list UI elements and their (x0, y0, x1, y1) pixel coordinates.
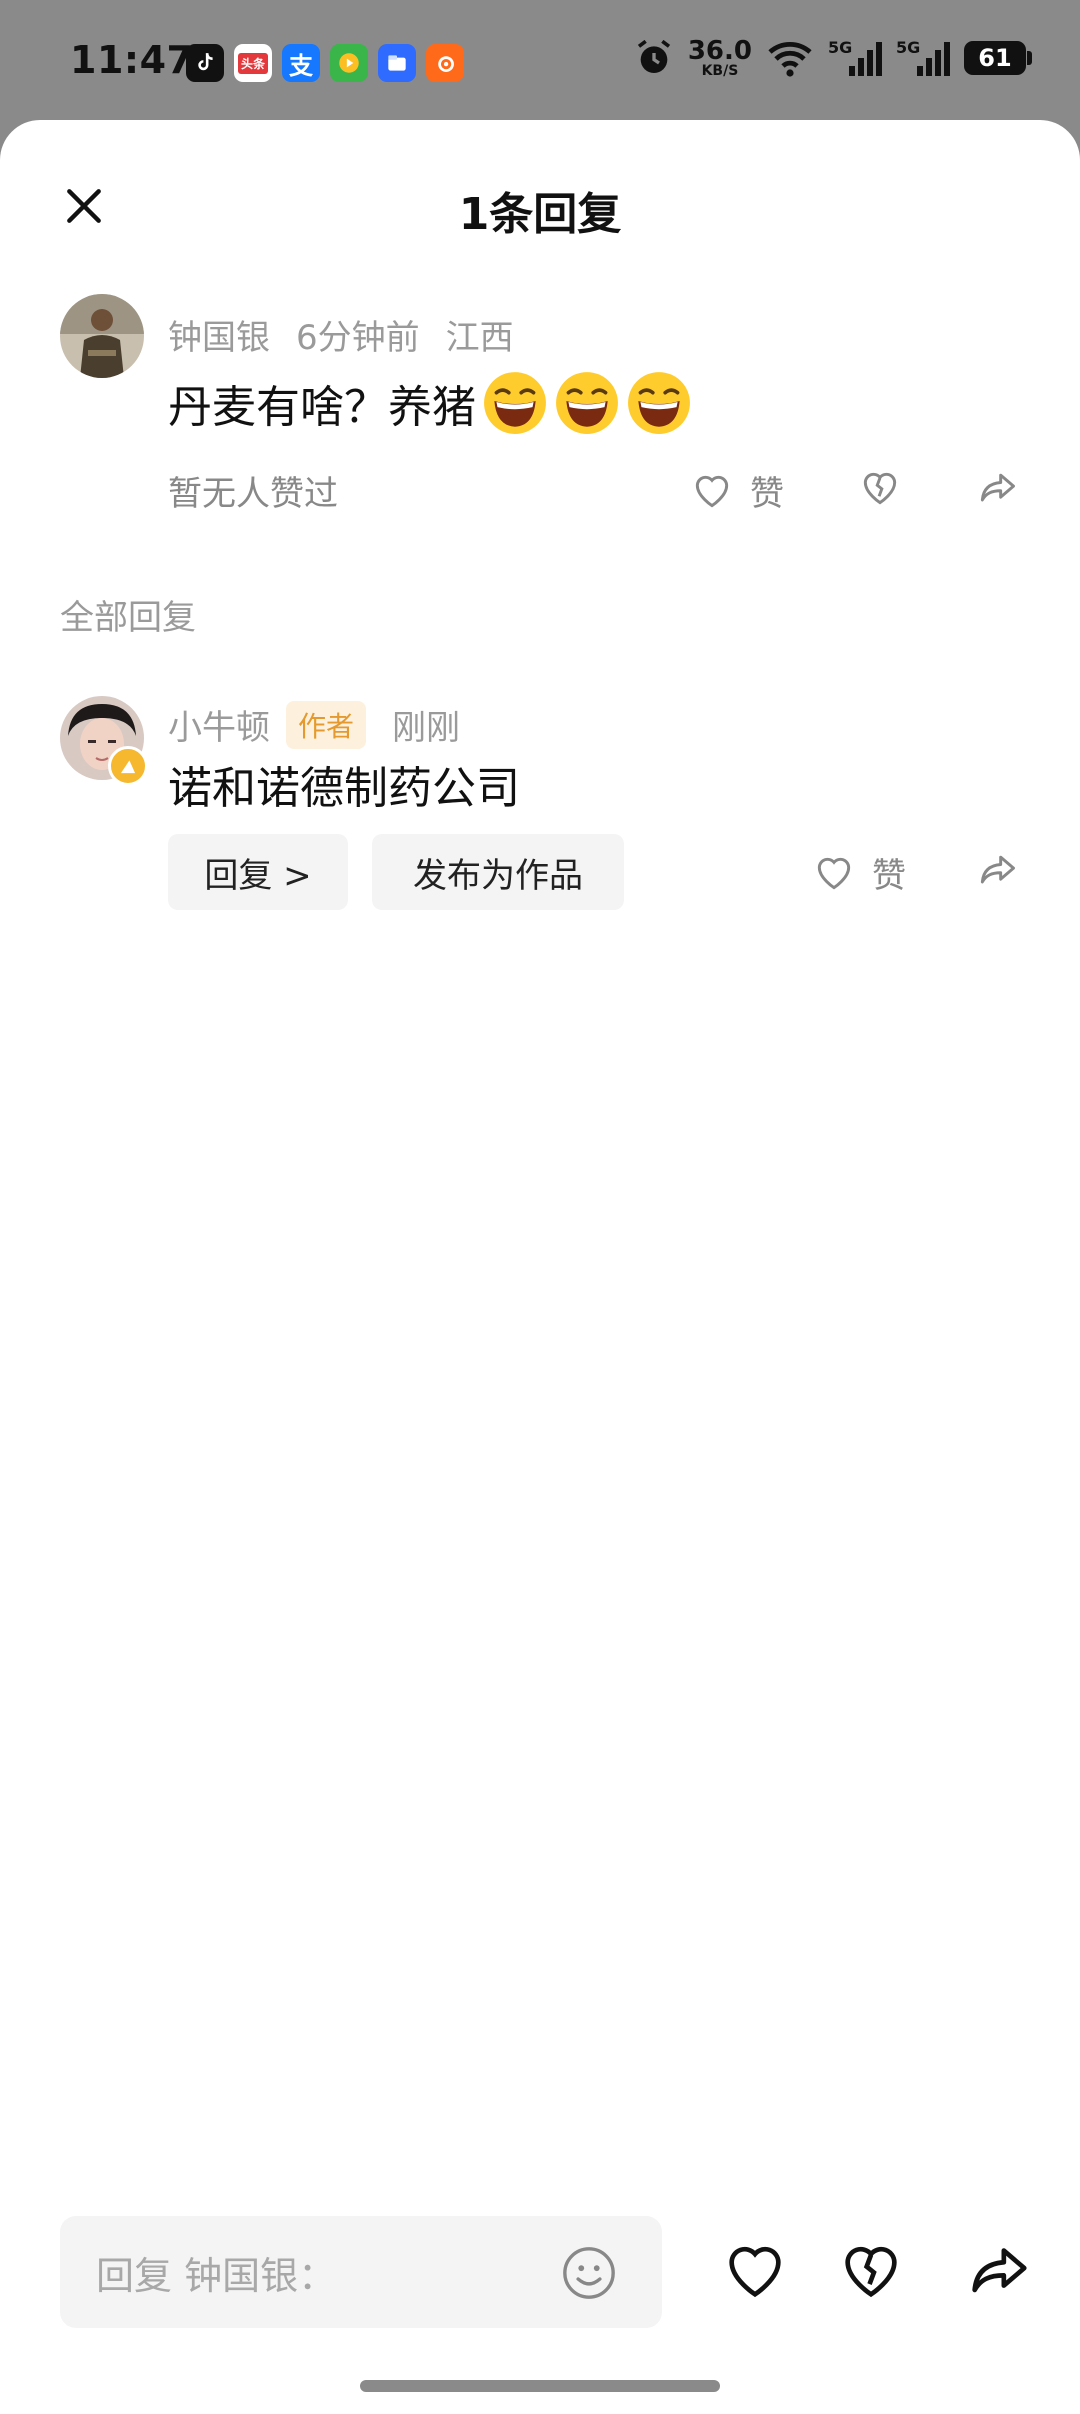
author-badge: 作者 (286, 700, 367, 749)
reply-time: 刚刚 (392, 708, 461, 748)
heart-icon (817, 857, 851, 889)
status-right: 36.0 KB/S 5G 5G 61 (634, 36, 1032, 79)
bottom-share-button[interactable] (962, 2236, 1032, 2306)
comment-time: 6分钟前 (296, 318, 420, 358)
status-time: 11:47 (70, 38, 194, 82)
dislike-button[interactable] (858, 466, 902, 510)
comment-username[interactable]: 钟国银 (168, 310, 270, 359)
reply-meta: 小牛顿 作者 刚刚 (168, 700, 460, 749)
reply-like-label: 赞 (872, 856, 906, 896)
avatar[interactable] (60, 294, 144, 378)
reply-text: 诺和诺德制药公司 (168, 763, 520, 814)
share-arrow-icon (980, 473, 1015, 502)
emoji-button[interactable] (560, 2244, 618, 2302)
comment-location: 江西 (445, 318, 514, 358)
no-likes-text: 暂无人赞过 (168, 474, 338, 514)
like-button[interactable]: 赞 (690, 466, 784, 515)
smiley-icon (563, 2247, 615, 2299)
status-app-icons: 头条 支 (186, 44, 464, 82)
alipay-icon: 支 (282, 44, 320, 82)
like-label: 赞 (750, 474, 784, 514)
signal-5g-1-icon: 5G (828, 38, 882, 78)
home-indicator[interactable] (360, 2380, 720, 2392)
all-replies-label: 全部回复 (60, 598, 196, 638)
uc-browser-icon (426, 44, 464, 82)
wifi-icon (768, 41, 812, 77)
sheet-title: 1条回复 (458, 189, 622, 240)
broken-heart-icon (845, 2246, 897, 2298)
comment-text: 丹麦有啥？养猪 (168, 382, 476, 433)
net-speed: 36.0 KB/S (687, 36, 752, 79)
folder-app-icon (378, 44, 416, 82)
reply-like-button[interactable]: 赞 (812, 848, 906, 897)
battery-icon: 61 (964, 41, 1032, 75)
alarm-icon (637, 39, 670, 73)
comment-meta: 钟国银 6分钟前 江西 (168, 310, 514, 359)
tiktok-icon (186, 44, 224, 82)
bottom-like-button[interactable] (720, 2236, 790, 2306)
reply-username[interactable]: 小牛顿 (168, 700, 270, 749)
comment-text-row: 丹麦有啥？养猪 (168, 370, 692, 436)
laughing-emoji-icon (628, 372, 690, 434)
laughing-emoji-icon (556, 372, 618, 434)
publish-as-work-button[interactable]: 发布为作品 (372, 834, 624, 910)
bottom-dislike-button[interactable] (836, 2236, 906, 2306)
laughing-emoji-icon (484, 372, 546, 434)
toutiao-icon: 头条 (234, 44, 272, 82)
status-bar: 11:47 头条 支 36.0 KB/S 5G 5G 61 (0, 0, 1080, 122)
reply-input-placeholder: 回复 钟国银： (96, 2253, 337, 2298)
replies-sheet: 1条回复 钟国银 6分钟前 江西 丹麦有啥？养猪 暂无人赞过 赞 全部回复 小牛… (0, 120, 1080, 2414)
share-button[interactable] (974, 466, 1020, 510)
video-app-icon (330, 44, 368, 82)
heart-icon (695, 475, 729, 507)
broken-heart-icon (863, 472, 897, 505)
heart-icon (729, 2246, 781, 2298)
creator-badge-icon (108, 746, 148, 786)
share-arrow-icon (972, 2248, 1027, 2293)
share-arrow-icon (980, 855, 1015, 884)
reply-button[interactable]: 回复 > (168, 834, 348, 910)
reply-share-button[interactable] (974, 848, 1020, 892)
signal-5g-2-icon: 5G (896, 38, 950, 78)
